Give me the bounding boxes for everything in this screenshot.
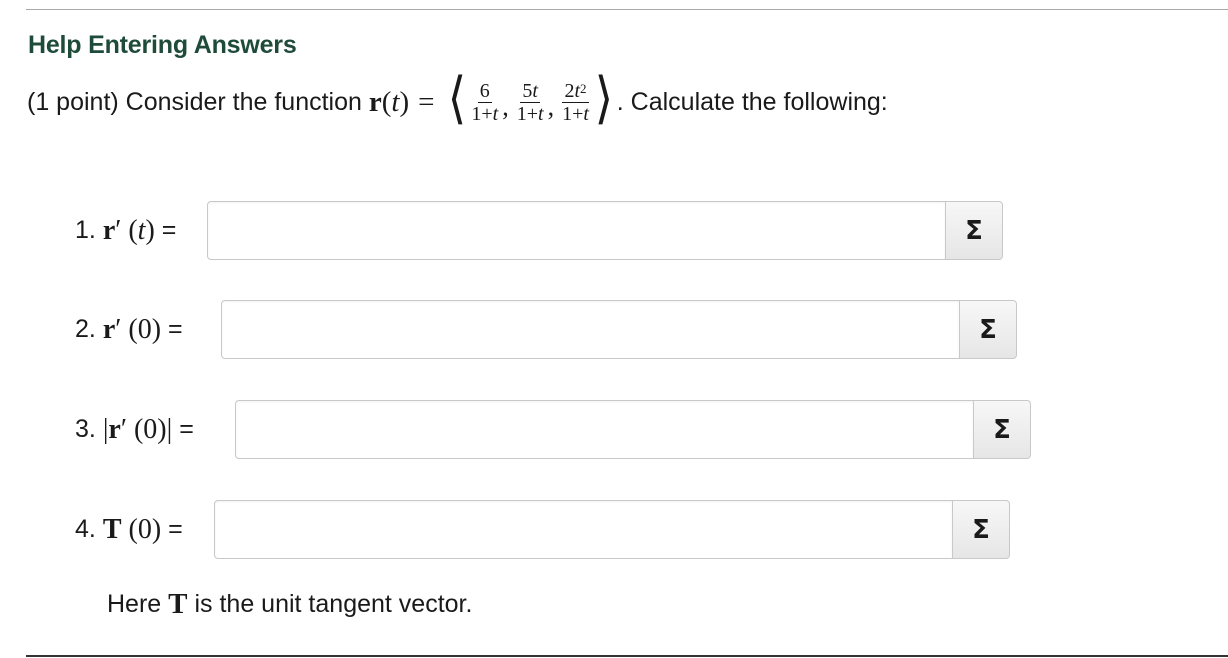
fraction-2-denominator: 1+t bbox=[516, 102, 544, 125]
problem-prefix: (1 point) Consider the function bbox=[27, 87, 362, 116]
top-divider bbox=[26, 9, 1228, 10]
bottom-divider bbox=[26, 655, 1228, 657]
comma: , bbox=[547, 92, 555, 121]
prime-mark: ′ bbox=[115, 214, 122, 246]
question-row-4: 4. T (0) = Σ bbox=[75, 500, 1010, 559]
close-paren: ) bbox=[399, 85, 410, 118]
vector-symbol: r bbox=[108, 413, 121, 445]
equals-sign: = bbox=[179, 415, 194, 443]
question-row-1: 1. r ′ (t) = Σ bbox=[75, 201, 1003, 260]
argument: (0) bbox=[121, 313, 162, 345]
answer-input-1[interactable] bbox=[207, 201, 946, 260]
note-suffix: is the unit tangent vector. bbox=[194, 590, 473, 618]
fraction-3-denominator: 1+t bbox=[562, 102, 589, 125]
equation-editor-button-3[interactable]: Σ bbox=[974, 400, 1031, 459]
answer-input-3[interactable] bbox=[235, 400, 974, 459]
fraction-2-numerator-var: t bbox=[532, 79, 538, 102]
note-prefix: Here bbox=[107, 590, 162, 618]
equation-editor-button-4[interactable]: Σ bbox=[953, 500, 1010, 559]
abs-bar-right: | bbox=[166, 413, 173, 445]
equals-sign: = bbox=[168, 315, 183, 343]
open-paren: ( bbox=[381, 85, 392, 118]
question-label-2: 2. r ′ (0) = bbox=[75, 314, 221, 346]
equals-sign: = bbox=[168, 515, 183, 543]
component-fraction-2: 5t 1+t bbox=[517, 81, 544, 124]
unit-tangent-note: Here Tis the unit tangent vector. bbox=[107, 588, 472, 621]
fraction-2-numerator-coef: 5 bbox=[522, 79, 533, 102]
question-number: 3. bbox=[75, 415, 96, 443]
question-label-4: 4. T (0) = bbox=[75, 514, 214, 546]
help-entering-answers-link[interactable]: Help Entering Answers bbox=[28, 31, 297, 60]
comma: , bbox=[502, 92, 509, 121]
question-row-2: 2. r ′ (0) = Σ bbox=[75, 300, 1017, 359]
left-angle-bracket: ⟨ bbox=[447, 68, 466, 130]
vector-symbol: r bbox=[102, 214, 116, 246]
vector-symbol: T bbox=[102, 513, 122, 545]
note-symbol: T bbox=[168, 588, 188, 620]
fraction-1-denominator: 1+t bbox=[471, 102, 499, 125]
question-number: 1. bbox=[75, 216, 96, 244]
problem-suffix: . Calculate the following: bbox=[616, 87, 888, 116]
question-label-3: 3. | r ′ (0) | = bbox=[75, 414, 235, 446]
question-row-3: 3. | r ′ (0) | = Σ bbox=[75, 400, 1031, 459]
argument: (0) bbox=[126, 413, 167, 445]
fraction-3-numerator-exp: 2 bbox=[580, 80, 587, 96]
right-angle-bracket: ⟩ bbox=[594, 68, 614, 130]
argument: (t) bbox=[128, 214, 155, 246]
question-number: 4. bbox=[75, 515, 96, 543]
function-name: r bbox=[368, 85, 382, 118]
equation-editor-button-2[interactable]: Σ bbox=[960, 300, 1017, 359]
vector-symbol: r bbox=[102, 313, 116, 345]
equals-sign: = bbox=[161, 216, 177, 244]
question-number: 2. bbox=[75, 315, 96, 343]
fraction-1-numerator: 6 bbox=[479, 79, 490, 102]
equals-sign: = bbox=[418, 85, 435, 118]
answer-input-4[interactable] bbox=[214, 500, 953, 559]
function-variable: t bbox=[391, 85, 400, 118]
problem-statement: (1 point) Consider the function r(t) = ⟨… bbox=[27, 68, 888, 132]
component-fraction-1: 6 1+t bbox=[471, 81, 498, 124]
fraction-3-numerator-coef: 2 bbox=[564, 79, 575, 102]
question-label-1: 1. r ′ (t) = bbox=[75, 215, 207, 247]
equation-editor-button-1[interactable]: Σ bbox=[946, 201, 1003, 260]
component-fraction-3: 2t2 1+t bbox=[562, 81, 589, 124]
argument: (0) bbox=[121, 513, 162, 545]
answer-input-2[interactable] bbox=[221, 300, 960, 359]
